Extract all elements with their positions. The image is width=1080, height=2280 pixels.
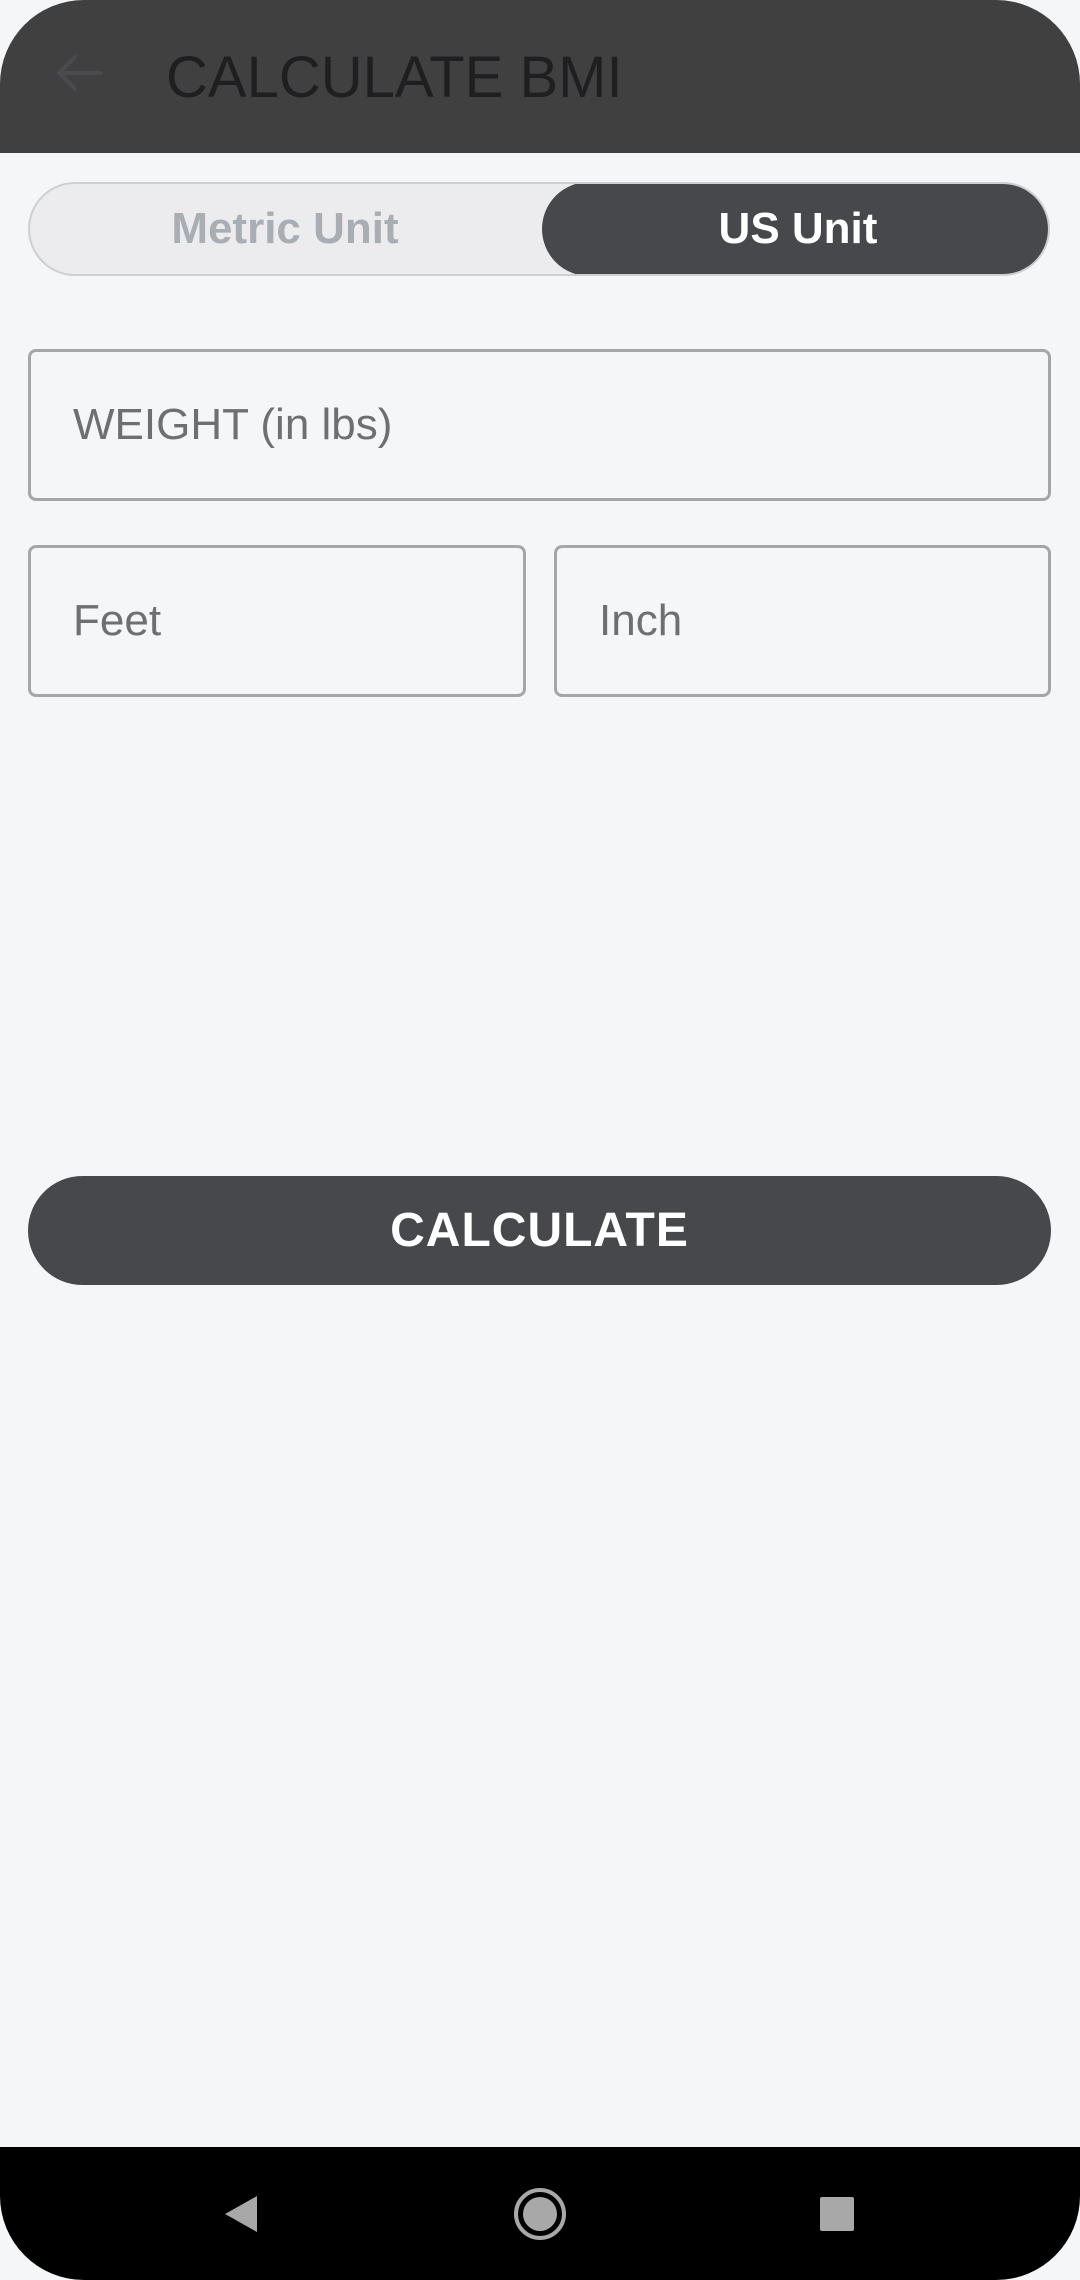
nav-home-button[interactable] [507, 2181, 573, 2247]
unit-toggle: Metric Unit US Unit [28, 182, 1050, 276]
calculate-button[interactable]: CALCULATE [28, 1176, 1051, 1285]
feet-input[interactable] [28, 545, 526, 697]
nav-back-button[interactable] [208, 2181, 274, 2247]
nav-home-circle-icon [514, 2188, 566, 2240]
nav-recents-button[interactable] [804, 2181, 870, 2247]
app-bar: CALCULATE BMI [0, 0, 1080, 153]
bmi-calculator-screen: CALCULATE BMI Metric Unit US Unit CALCUL… [0, 0, 1080, 2280]
back-button[interactable] [40, 35, 116, 111]
metric-unit-tab[interactable]: Metric Unit [30, 184, 542, 274]
arrow-left-icon [57, 55, 103, 91]
nav-recents-square-icon [820, 2197, 854, 2231]
page-title: CALCULATE BMI [166, 45, 623, 110]
inch-input[interactable] [554, 545, 1051, 697]
us-unit-tab[interactable]: US Unit [542, 184, 1048, 274]
nav-back-triangle-icon [225, 2196, 257, 2232]
weight-input[interactable] [28, 349, 1051, 501]
